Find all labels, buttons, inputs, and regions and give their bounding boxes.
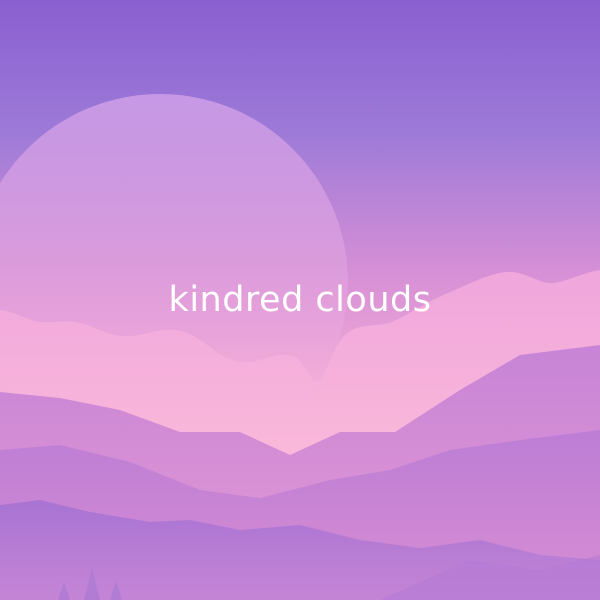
cover-art: kindred clouds: [0, 0, 600, 600]
album-title: kindred clouds: [168, 280, 432, 320]
